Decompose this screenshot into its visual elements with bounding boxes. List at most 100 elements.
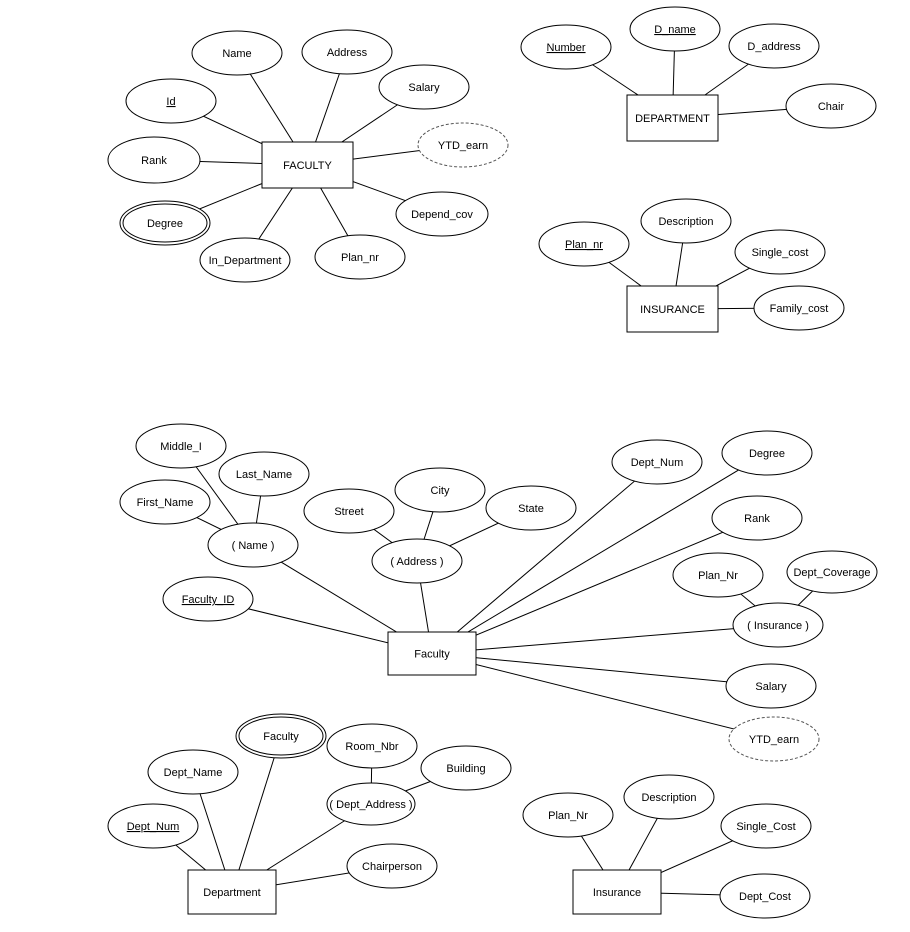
attribute-d-address[interactable]: D_address (728, 23, 820, 69)
entity-insurance[interactable]: Insurance (572, 869, 662, 915)
attribute-state[interactable]: State (485, 485, 577, 531)
entity-label: DEPARTMENT (635, 113, 710, 125)
attribute-label: ( Address ) (390, 556, 443, 568)
attribute-label: Faculty (263, 731, 299, 743)
attribute-label: ( Dept_Address ) (329, 799, 412, 811)
entity-faculty[interactable]: FACULTY (261, 141, 354, 189)
attribute-address[interactable]: ( Address ) (371, 538, 463, 584)
attribute-rank[interactable]: Rank (711, 495, 803, 541)
er-diagram-canvas: Name Address Salary Id YTD_earn Rank Degree Dep… (107, 6, 878, 919)
diagram-nodes: Name Address Salary Id YTD_earn Rank Degree Dep… (107, 6, 878, 919)
attribute-label: Description (658, 216, 713, 228)
attribute-label: Chairperson (362, 861, 422, 873)
attribute-address[interactable]: Address (301, 29, 393, 75)
attribute-ytd-earn[interactable]: YTD_earn (417, 122, 509, 168)
attribute-d-name[interactable]: D_name (629, 6, 721, 52)
entity-group-department: Number D_name D_address Chair DEPARTMENT (520, 6, 877, 142)
attribute-label: D_address (747, 41, 801, 53)
attribute-dept-num[interactable]: Dept_Num (107, 803, 199, 849)
attribute-degree[interactable]: Degree (721, 430, 813, 476)
attribute-faculty[interactable]: Faculty (235, 713, 327, 759)
attribute-label: Dept_Num (127, 821, 180, 833)
attribute-building[interactable]: Building (420, 745, 512, 791)
attribute-label: Dept_Num (631, 457, 684, 469)
attribute-last-name[interactable]: Last_Name (218, 451, 310, 497)
attribute-label: Name (222, 48, 251, 60)
attribute-plan-nr[interactable]: Plan_Nr (522, 792, 614, 838)
attribute-degree[interactable]: Degree (119, 200, 211, 246)
attribute-name[interactable]: Name (191, 30, 283, 76)
attribute-label: Description (641, 792, 696, 804)
attribute-description[interactable]: Description (623, 774, 715, 820)
attribute-label: Chair (818, 101, 845, 113)
attribute-label: ( Insurance ) (747, 620, 809, 632)
edge-insurance (431, 624, 779, 654)
entity-label: INSURANCE (640, 304, 705, 316)
attribute-label: Degree (147, 218, 183, 230)
attribute-label: In_Department (209, 255, 282, 267)
attribute-plan-nr[interactable]: Plan_nr (314, 234, 406, 280)
entity-label: FACULTY (283, 160, 332, 172)
attribute-chairperson[interactable]: Chairperson (346, 843, 438, 889)
attribute-dept-address[interactable]: ( Dept_Address ) (326, 782, 416, 826)
attribute-label: City (431, 485, 450, 497)
attribute-salary[interactable]: Salary (378, 64, 470, 110)
attribute-label: Building (446, 763, 485, 775)
attribute-number[interactable]: Number (520, 24, 612, 70)
attribute-label: Dept_Coverage (793, 567, 870, 579)
attribute-family-cost[interactable]: Family_cost (753, 285, 845, 331)
attribute-label: Salary (408, 82, 440, 94)
attribute-label: Plan_nr (341, 252, 379, 264)
attribute-in-department[interactable]: In_Department (199, 237, 291, 283)
attribute-plan-nr[interactable]: Plan_Nr (672, 552, 764, 598)
entity-label: Insurance (593, 887, 641, 899)
attribute-label: Dept_Cost (739, 891, 791, 903)
attribute-insurance[interactable]: ( Insurance ) (732, 602, 824, 648)
attribute-ytd-earn[interactable]: YTD_earn (728, 716, 820, 762)
attribute-label: Room_Nbr (345, 741, 399, 753)
entity-group-faculty: Name Address Salary Id YTD_earn Rank Degree Dep… (107, 29, 509, 283)
attribute-faculty-id[interactable]: Faculty_ID (162, 576, 254, 622)
attribute-label: Number (546, 42, 585, 54)
attribute-depend-cov[interactable]: Depend_cov (395, 191, 489, 237)
attribute-first-name[interactable]: First_Name (119, 479, 211, 525)
attribute-plan-nr[interactable]: Plan_nr (538, 221, 630, 267)
attribute-label: Plan_Nr (698, 570, 738, 582)
edge-ytd-earn (431, 653, 775, 740)
attribute-label: Plan_nr (565, 239, 603, 251)
attribute-label: D_name (654, 24, 696, 36)
attribute-label: YTD_earn (438, 140, 488, 152)
attribute-dept-coverage[interactable]: Dept_Coverage (786, 550, 878, 594)
attribute-room-nbr[interactable]: Room_Nbr (326, 723, 418, 769)
attribute-rank[interactable]: Rank (107, 136, 201, 184)
attribute-label: Address (327, 47, 368, 59)
attribute-street[interactable]: Street (303, 488, 395, 534)
attribute-dept-cost[interactable]: Dept_Cost (719, 873, 811, 919)
entity-insurance[interactable]: INSURANCE (626, 285, 719, 333)
attribute-chair[interactable]: Chair (785, 83, 877, 129)
attribute-id[interactable]: Id (125, 78, 217, 124)
attribute-label: Single_cost (752, 247, 809, 259)
edge-faculty (231, 735, 282, 893)
attribute-city[interactable]: City (394, 467, 486, 513)
attribute-single-cost[interactable]: Single_cost (734, 229, 826, 275)
attribute-salary[interactable]: Salary (725, 663, 817, 709)
attribute-middle-i[interactable]: Middle_I (135, 423, 227, 469)
attribute-dept-name[interactable]: Dept_Name (147, 749, 239, 795)
attribute-single-cost[interactable]: Single_Cost (720, 803, 812, 849)
entity-department[interactable]: DEPARTMENT (626, 94, 719, 142)
attribute-dept-num[interactable]: Dept_Num (611, 439, 703, 485)
attribute-name[interactable]: ( Name ) (207, 522, 299, 568)
attribute-label: Rank (141, 155, 167, 167)
edge-salary (431, 653, 772, 687)
attribute-label: Last_Name (236, 469, 292, 481)
attribute-description[interactable]: Description (640, 198, 732, 244)
attribute-label: Depend_cov (411, 209, 473, 221)
attribute-label: Family_cost (770, 303, 829, 315)
attribute-label: Dept_Name (164, 767, 223, 779)
attribute-label: YTD_earn (749, 734, 799, 746)
entity-label: Department (203, 887, 260, 899)
attribute-label: First_Name (137, 497, 194, 509)
entity-department[interactable]: Department (187, 869, 277, 915)
entity-faculty[interactable]: Faculty (387, 631, 477, 676)
